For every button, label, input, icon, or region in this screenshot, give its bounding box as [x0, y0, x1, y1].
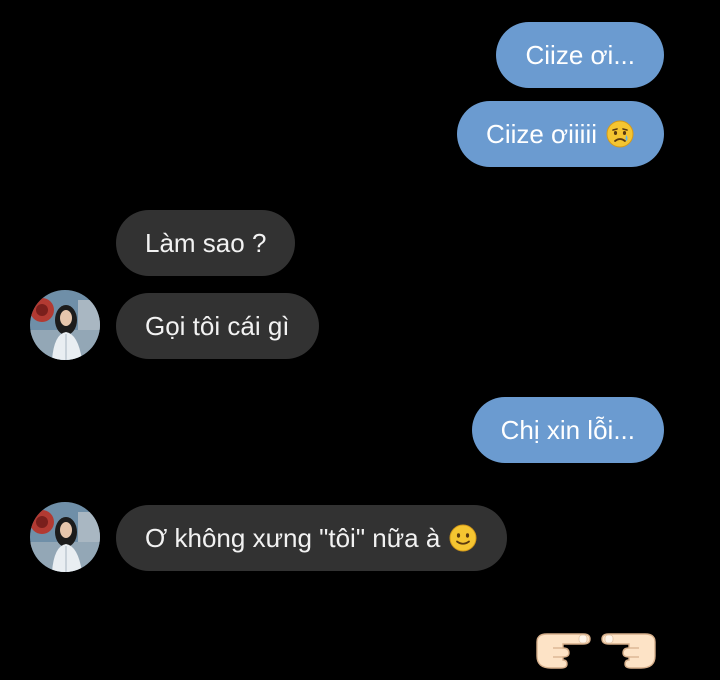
- reaction-sticker[interactable]: [533, 620, 659, 677]
- message-text: Làm sao ?: [145, 227, 267, 258]
- message-bubble-outgoing[interactable]: Chị xin lỗi...: [471, 397, 664, 463]
- message-text: Ciize ơi...: [525, 39, 635, 70]
- pointing-right-hand-icon: [533, 620, 593, 677]
- message-bubble-incoming[interactable]: Gọi tôi cái gì: [116, 293, 319, 359]
- slightly-smiling-face-icon: [448, 523, 478, 553]
- message-text: Chị xin lỗi...: [500, 414, 635, 445]
- message-text: Ciize ơiiiii: [486, 118, 597, 149]
- message-text: Gọi tôi cái gì: [145, 310, 290, 341]
- pointing-left-hand-icon: [599, 620, 659, 677]
- contact-avatar[interactable]: [30, 290, 100, 360]
- message-bubble-outgoing[interactable]: Ciize ơiiiii: [457, 101, 664, 167]
- message-text: Ơ không xưng "tôi" nữa à: [145, 522, 441, 553]
- contact-avatar[interactable]: [30, 502, 100, 572]
- message-bubble-outgoing[interactable]: Ciize ơi...: [496, 22, 664, 88]
- message-bubble-incoming[interactable]: Làm sao ?: [116, 210, 296, 276]
- message-bubble-incoming[interactable]: Ơ không xưng "tôi" nữa à: [116, 505, 508, 571]
- sad-tear-face-icon: [605, 119, 635, 149]
